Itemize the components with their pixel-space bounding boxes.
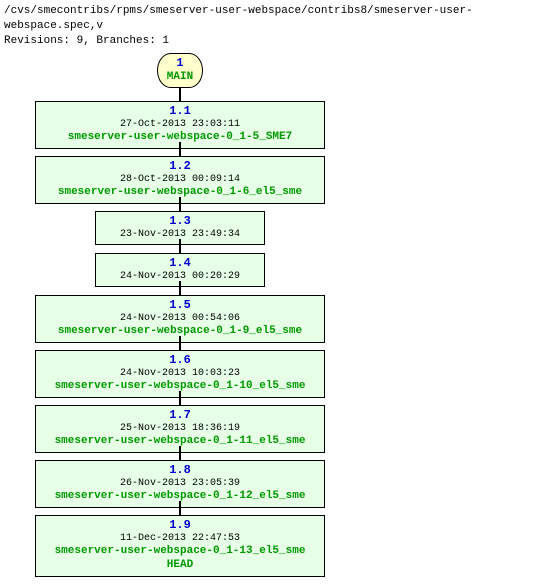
revision-date: 24-Nov-2013 00:54:06 [42, 313, 318, 326]
revision-date: 28-Oct-2013 00:09:14 [42, 174, 318, 187]
revision-number: 1.1 [42, 104, 318, 119]
revision-number: 1.7 [42, 408, 318, 423]
revision-date: 27-Oct-2013 23:03:11 [42, 119, 318, 132]
revision-date: 24-Nov-2013 10:03:23 [42, 368, 318, 381]
revision-date: 25-Nov-2013 18:36:19 [42, 423, 318, 436]
revision-number: 1.8 [42, 463, 318, 478]
connector-line [179, 142, 181, 156]
revision-date: 11-Dec-2013 22:47:53 [42, 533, 318, 546]
revision-number: 1.2 [42, 159, 318, 174]
branch-name: MAIN [164, 71, 196, 85]
revision-number: 1.6 [42, 353, 318, 368]
connector-line [179, 446, 181, 460]
connector-line [179, 281, 181, 295]
revision-date: 26-Nov-2013 23:05:39 [42, 478, 318, 491]
connector-line [179, 197, 181, 211]
branch-root: 1MAIN [157, 53, 203, 89]
connector-line [179, 239, 181, 253]
connector-line [179, 501, 181, 515]
branch-number: 1 [164, 56, 196, 71]
repo-stats: Revisions: 9, Branches: 1 [4, 34, 532, 49]
revision-head-tag: HEAD [42, 559, 318, 573]
connector-line [179, 336, 181, 350]
revision-number: 1.3 [102, 214, 258, 229]
repo-path: /cvs/smecontribs/rpms/smeserver-user-web… [4, 4, 532, 34]
revision-tag: smeserver-user-webspace-0_1-13_el5_sme [42, 545, 318, 559]
revision-number: 1.4 [102, 256, 258, 271]
connector-line [179, 391, 181, 405]
revision-number: 1.5 [42, 298, 318, 313]
connector-line [179, 87, 181, 101]
revision-number: 1.9 [42, 518, 318, 533]
revision-node: 1.911-Dec-2013 22:47:53smeserver-user-we… [35, 515, 325, 577]
header: /cvs/smecontribs/rpms/smeserver-user-web… [0, 0, 536, 51]
